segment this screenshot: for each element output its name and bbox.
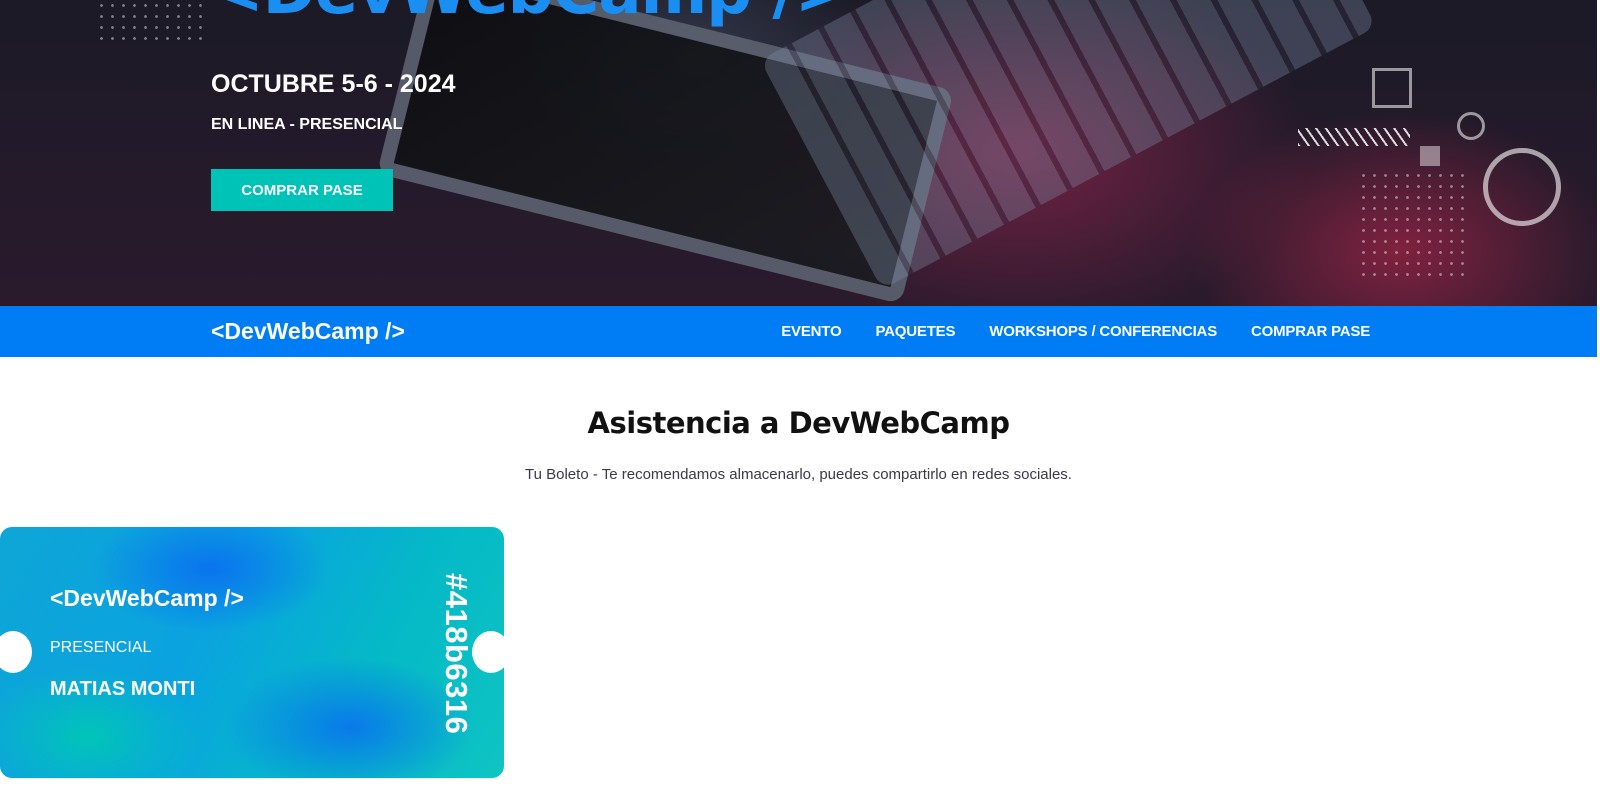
- circle-small-decoration: [1457, 112, 1485, 140]
- stripes-decoration: [1298, 128, 1410, 146]
- hero-title: <DevWebCamp />: [210, 0, 848, 24]
- buy-pass-button[interactable]: COMPRAR PASE: [211, 169, 393, 211]
- square-filled-decoration: [1420, 146, 1440, 166]
- event-mode: EN LINEA - PRESENCIAL: [211, 116, 403, 133]
- event-date: OCTUBRE 5-6 - 2024: [211, 70, 456, 98]
- nav-logo[interactable]: <DevWebCamp />: [211, 318, 405, 345]
- page-title: Asistencia a DevWebCamp: [587, 406, 1010, 440]
- nav-link-evento[interactable]: EVENTO: [781, 323, 841, 340]
- circle-large-decoration: [1483, 148, 1561, 226]
- ticket-code: #418b6316: [439, 573, 474, 735]
- ticket-logo: <DevWebCamp />: [50, 585, 244, 611]
- nav-link-paquetes[interactable]: PAQUETES: [875, 323, 955, 340]
- ticket-notch-left: [0, 631, 32, 673]
- square-outline-decoration: [1372, 68, 1412, 108]
- main-navbar: <DevWebCamp /> EVENTO PAQUETES WORKSHOPS…: [0, 306, 1597, 357]
- nav-link-workshops[interactable]: WORKSHOPS / CONFERENCIAS: [989, 323, 1217, 340]
- ticket-holder-name: MATIAS MONTI: [50, 678, 196, 700]
- page-description: Tu Boleto - Te recomendamos almacenarlo,…: [525, 466, 1072, 483]
- ticket-notch-right: [472, 631, 504, 673]
- hero-header: <DevWebCamp /> OCTUBRE 5-6 - 2024 EN LIN…: [0, 0, 1597, 306]
- hero-dots-pattern-left: [96, 0, 206, 44]
- nav-link-comprar-pase[interactable]: COMPRAR PASE: [1251, 323, 1370, 340]
- ticket-card: <DevWebCamp /> PRESENCIAL MATIAS MONTI #…: [0, 527, 504, 778]
- hero-dots-pattern-right: [1358, 170, 1470, 280]
- nav-menu: EVENTO PAQUETES WORKSHOPS / CONFERENCIAS…: [781, 323, 1370, 340]
- ticket-type: PRESENCIAL: [50, 639, 152, 656]
